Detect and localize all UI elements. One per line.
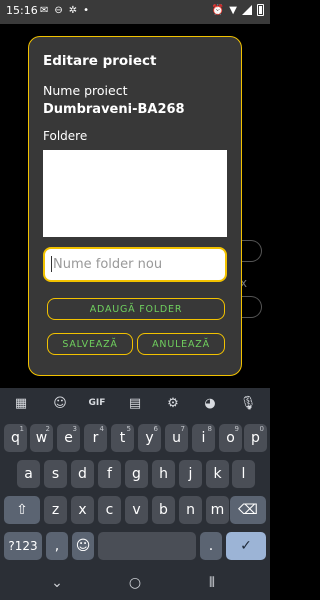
symbols-key[interactable]: ?123: [4, 532, 42, 560]
key-a[interactable]: a: [17, 460, 40, 488]
key-letter: o: [226, 430, 235, 446]
key-letter: r: [92, 430, 99, 446]
recents-icon[interactable]: ⦀: [202, 575, 222, 591]
save-button[interactable]: SALVEAZĂ: [47, 333, 133, 355]
background-circle-bottom: [242, 296, 262, 318]
enter-key[interactable]: ✓: [226, 532, 266, 560]
text-cursor: [51, 256, 52, 272]
dot-icon: •: [83, 5, 90, 16]
battery-icon: [257, 4, 264, 16]
comma-key[interactable]: ,: [46, 532, 68, 560]
shift-key[interactable]: ⇧: [4, 496, 40, 524]
key-letter: e: [64, 430, 73, 446]
new-folder-input[interactable]: [43, 247, 227, 282]
key-v[interactable]: v: [125, 496, 148, 524]
period-key[interactable]: .: [200, 532, 222, 560]
gif-button[interactable]: GIF: [87, 398, 107, 408]
key-f[interactable]: f: [98, 460, 121, 488]
gear-icon[interactable]: ⚙: [163, 396, 183, 411]
back-chevron-icon[interactable]: ⌄: [47, 575, 67, 591]
key-d[interactable]: d: [71, 460, 94, 488]
home-icon[interactable]: ○: [125, 575, 145, 591]
emoji-key[interactable]: ☺: [72, 532, 94, 560]
project-name-value: Dumbraveni-BA268: [43, 102, 185, 117]
key-hint: 2: [45, 425, 50, 433]
microphone-icon[interactable]: 🎙: [238, 396, 258, 411]
key-p[interactable]: p0: [244, 424, 267, 452]
emoji-icon: ☺: [75, 538, 91, 554]
key-j[interactable]: j: [179, 460, 202, 488]
dialog-title: Editare proiect: [43, 53, 157, 69]
keyboard: ▦ ☺ GIF ▤ ⚙ ◕ 🎙 q1 w2 e3 r4 t5 y6 u7 i8 …: [0, 388, 270, 568]
key-t[interactable]: t5: [111, 424, 134, 452]
key-k[interactable]: k: [206, 460, 229, 488]
key-s[interactable]: s: [44, 460, 67, 488]
system-icons: ⏰ ▼: [212, 4, 264, 16]
key-hint: 1: [19, 425, 24, 433]
edit-project-dialog: Editare proiect Nume proiect Dumbraveni-…: [28, 36, 242, 376]
wifi-icon: ▼: [229, 4, 237, 16]
key-n[interactable]: n: [179, 496, 202, 524]
key-hint: 3: [72, 425, 77, 433]
key-r[interactable]: r4: [84, 424, 107, 452]
background-circle-top: [242, 240, 262, 262]
notification-icons: ✉ ⊖ ✲ •: [40, 5, 89, 16]
key-hint: 4: [99, 425, 104, 433]
minus-icon: ⊖: [54, 5, 63, 16]
message-icon: ✉: [40, 5, 49, 16]
cancel-button[interactable]: ANULEAZĂ: [137, 333, 225, 355]
status-time: 15:16: [6, 4, 38, 17]
key-y[interactable]: y6: [138, 424, 161, 452]
key-hint: 0: [259, 425, 264, 433]
settings-icon: ✲: [68, 5, 78, 16]
navigation-bar: ⌄ ○ ⦀: [0, 568, 270, 600]
checkmark-icon: ✓: [240, 538, 252, 554]
key-h[interactable]: h: [152, 460, 175, 488]
alarm-icon: ⏰: [211, 4, 225, 16]
shift-icon: ⇧: [16, 502, 28, 518]
apps-grid-icon[interactable]: ▦: [11, 396, 31, 411]
key-m[interactable]: m: [206, 496, 229, 524]
project-name-label: Nume proiect: [43, 83, 128, 98]
key-z[interactable]: z: [44, 496, 67, 524]
key-e[interactable]: e3: [57, 424, 80, 452]
key-hint: 5: [126, 425, 131, 433]
key-letter: i: [201, 430, 206, 446]
backspace-icon: ⌫: [238, 502, 258, 518]
add-folder-button[interactable]: ADAUGĂ FOLDER: [47, 298, 225, 320]
key-hint: 7: [180, 425, 185, 433]
key-letter: y: [145, 430, 154, 446]
key-g[interactable]: g: [125, 460, 148, 488]
space-key[interactable]: [98, 532, 196, 560]
key-x[interactable]: x: [71, 496, 94, 524]
backspace-key[interactable]: ⌫: [230, 496, 266, 524]
key-o[interactable]: o9: [219, 424, 242, 452]
keyboard-toolbar: ▦ ☺ GIF ▤ ⚙ ◕ 🎙: [0, 388, 270, 418]
folder-list[interactable]: [43, 150, 227, 237]
key-u[interactable]: u7: [165, 424, 188, 452]
status-bar: 15:16 ✉ ⊖ ✲ • ⏰ ▼: [0, 0, 270, 24]
key-hint: 6: [153, 425, 158, 433]
key-b[interactable]: b: [152, 496, 175, 524]
key-i[interactable]: i8: [192, 424, 215, 452]
palette-icon[interactable]: ◕: [200, 396, 220, 411]
key-l[interactable]: l: [232, 460, 255, 488]
sticker-icon[interactable]: ☺: [50, 396, 70, 411]
key-letter: t: [119, 430, 126, 446]
key-hint: 8: [207, 425, 212, 433]
key-w[interactable]: w2: [30, 424, 53, 452]
clipboard-icon[interactable]: ▤: [125, 396, 145, 411]
key-hint: 9: [234, 425, 239, 433]
key-c[interactable]: c: [98, 496, 121, 524]
folders-label: Foldere: [43, 129, 88, 143]
key-q[interactable]: q1: [4, 424, 27, 452]
signal-icon: [242, 5, 252, 15]
